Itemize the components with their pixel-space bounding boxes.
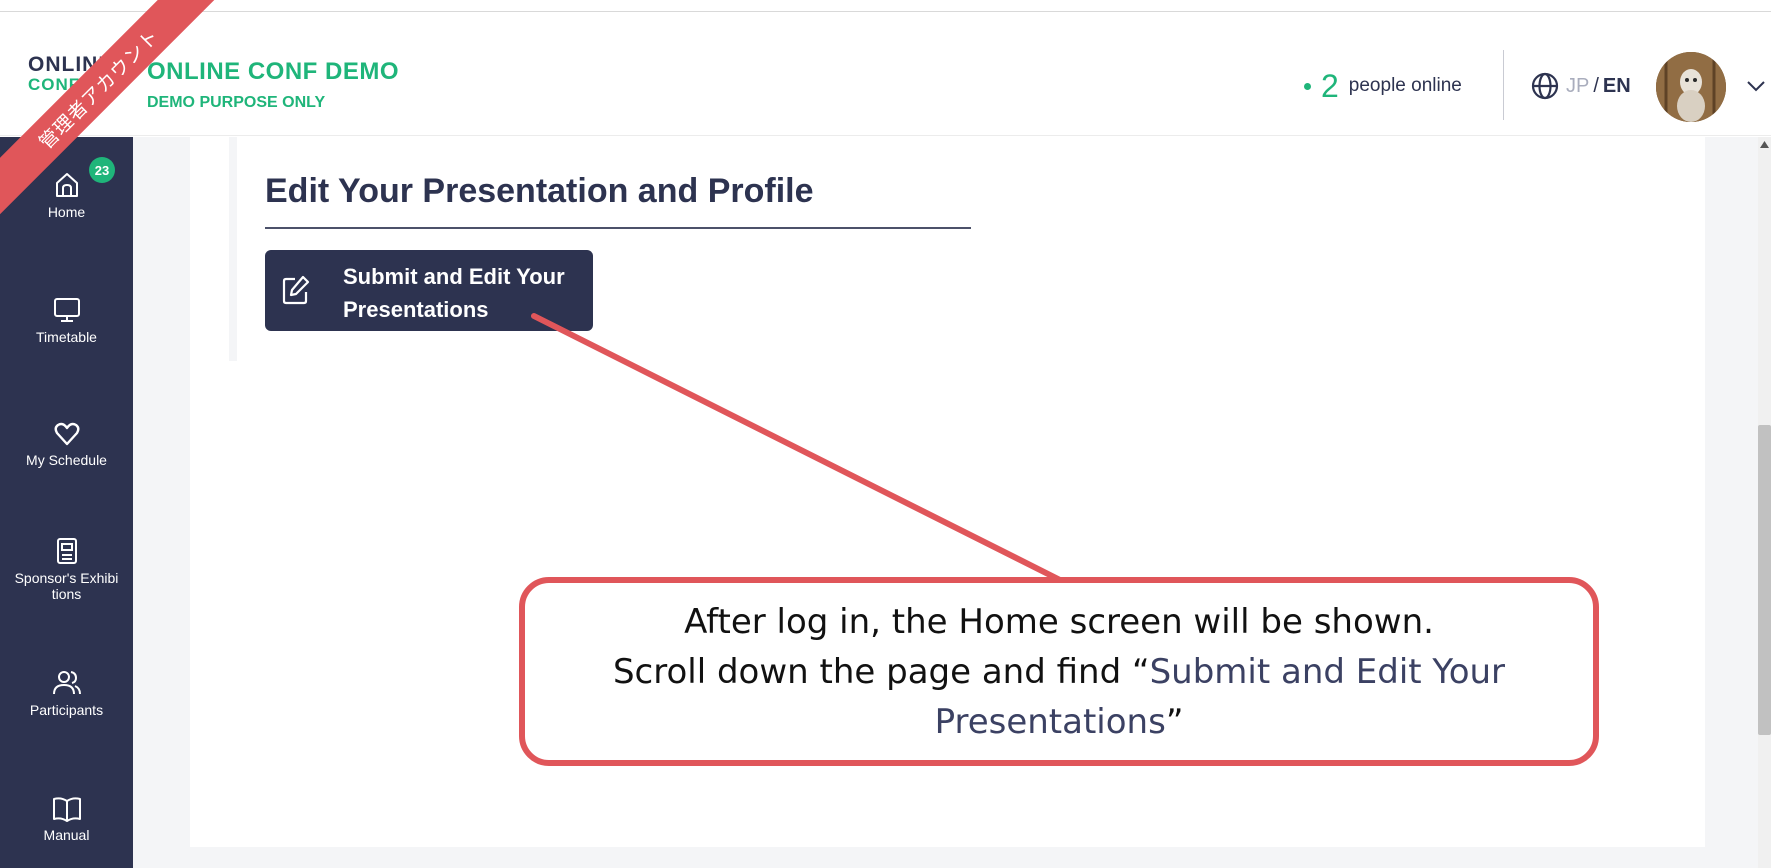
section-title: Edit Your Presentation and Profile [265,172,814,210]
callout-line-1: After log in, the Home screen will be sh… [684,601,1434,642]
submit-button-label-line-1: Submit and Edit Your [343,264,565,289]
book-icon [52,797,81,822]
sidebar-item-label: Timetable [36,329,97,345]
avatar-photo [1656,52,1726,122]
callout-line-2-highlight: Submit and Edit Your [1149,651,1506,692]
sidebar-item-label: My Schedule [26,452,107,468]
online-dot-icon [1304,82,1311,90]
sidebar-item-home[interactable]: Home [0,170,133,220]
logo-line-2: CONF [28,75,81,94]
language-switcher[interactable]: JP / EN [1530,70,1631,102]
lang-separator: / [1593,74,1599,97]
submit-button-label-line-2: Presentations [343,297,489,322]
sidebar-item-my-schedule[interactable]: My Schedule [0,420,133,468]
scrollbar-thumb[interactable] [1758,425,1771,735]
people-icon [52,671,81,695]
chevron-down-icon[interactable] [1744,74,1768,98]
monitor-icon [53,298,80,322]
home-icon [55,173,78,197]
app-logo[interactable]: ONLINE CONF [28,54,138,114]
callout-line-3-highlight: Presentations [934,701,1166,742]
sidebar [0,137,133,868]
logo-line-1: ONLINE [28,54,114,76]
lang-en-option[interactable]: EN [1603,75,1631,98]
sidebar-item-label-line-2: tions [51,586,82,602]
sidebar-item-label: Manual [43,827,90,843]
app-header: ONLINE CONF ONLINE CONF DEMO DEMO PURPOS… [0,12,1771,136]
header-divider [1503,50,1504,120]
globe-icon [1531,72,1559,100]
annotation-callout: After log in, the Home screen will be sh… [519,577,1599,766]
sidebar-item-label: Participants [29,702,104,718]
callout-line-3-suffix: ” [1165,701,1184,742]
top-border [0,0,1771,12]
sidebar-item-sponsors-exhibitions[interactable]: Sponsor's Exhibi tions [0,536,133,602]
home-notification-badge: 23 [89,157,115,183]
online-indicator: 2 people online [1304,68,1462,104]
lang-jp-option[interactable]: JP [1566,75,1589,98]
sidebar-item-participants[interactable]: Participants [0,668,133,718]
edit-icon [282,275,310,305]
scroll-up-arrow-icon[interactable] [1760,141,1769,148]
submit-edit-presentations-button[interactable]: Submit and Edit Your Presentations [265,250,593,331]
online-label: people online [1348,75,1462,96]
sidebar-item-manual[interactable]: Manual [0,795,133,843]
callout-line-3: Presentations” [935,697,1184,747]
section-title-underline [265,227,971,229]
sidebar-item-label: Home [47,204,86,220]
submit-button-label: Submit and Edit Your Presentations [343,260,583,326]
sidebar-item-label-line-1: Sponsor's Exhibi [14,570,119,586]
callout-line-2: Scroll down the page and find “Submit an… [613,647,1505,697]
online-count: 2 [1321,68,1339,104]
app-title: ONLINE CONF DEMO [147,58,399,85]
sidebar-item-timetable[interactable]: Timetable [0,295,133,345]
booth-icon [56,538,77,564]
user-avatar[interactable] [1656,52,1726,122]
heart-icon [54,422,79,446]
callout-line-2-prefix: Scroll down the page and find “ [612,651,1150,692]
app-subtitle: DEMO PURPOSE ONLY [147,94,326,111]
